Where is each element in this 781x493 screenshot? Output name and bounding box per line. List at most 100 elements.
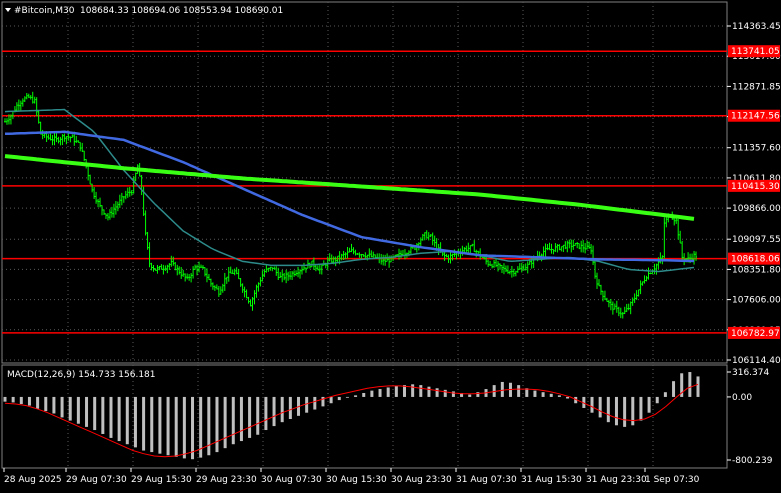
horizontal-line-label: 110415.30 bbox=[731, 182, 780, 192]
macd-bar bbox=[623, 396, 627, 427]
macd-bar bbox=[663, 392, 667, 397]
macd-bar bbox=[231, 396, 235, 445]
macd-bar bbox=[248, 396, 252, 438]
price-tick-label: 111357.60 bbox=[732, 144, 781, 154]
macd-bar bbox=[566, 396, 570, 399]
macd-bar bbox=[3, 396, 7, 402]
macd-bar bbox=[158, 396, 162, 454]
macd-bar bbox=[150, 396, 154, 453]
macd-bar bbox=[476, 392, 480, 397]
macd-bar bbox=[280, 396, 284, 423]
macd-bar bbox=[264, 396, 268, 431]
macd-bar bbox=[142, 396, 146, 451]
macd-bar bbox=[68, 396, 72, 421]
macd-bar bbox=[590, 396, 594, 413]
time-tick-label: 31 Aug 07:30 bbox=[456, 475, 517, 485]
macd-bar bbox=[223, 396, 227, 449]
macd-bar bbox=[598, 396, 602, 418]
macd-tick-label: 0.00 bbox=[732, 393, 752, 403]
macd-bar bbox=[639, 396, 643, 421]
chart-window[interactable]: 114363.45113617.60112871.85112126.101113… bbox=[0, 0, 781, 489]
macd-bar bbox=[36, 396, 40, 409]
macd-bar bbox=[533, 390, 537, 397]
time-tick-label: 31 Aug 15:30 bbox=[521, 475, 582, 485]
macd-bar bbox=[76, 396, 80, 424]
macd-bar bbox=[44, 396, 48, 412]
horizontal-line-label: 106782.97 bbox=[731, 329, 780, 339]
macd-bar bbox=[166, 396, 170, 456]
macd-bar bbox=[52, 396, 56, 414]
time-tick-label: 30 Aug 23:30 bbox=[391, 475, 452, 485]
macd-bar bbox=[517, 385, 521, 397]
macd-bar bbox=[362, 392, 366, 397]
macd-bar bbox=[606, 396, 610, 423]
macd-bar bbox=[85, 396, 89, 427]
macd-bar bbox=[696, 376, 700, 397]
macd-signal-line bbox=[4, 383, 699, 458]
macd-bar bbox=[272, 396, 276, 427]
macd-bar bbox=[451, 391, 455, 397]
macd-bar bbox=[443, 389, 447, 397]
macd-bar bbox=[647, 396, 651, 413]
macd-axis: 316.374 0.00 -800.239 bbox=[727, 368, 773, 466]
macd-bar bbox=[370, 390, 374, 397]
macd-bar bbox=[655, 396, 659, 404]
macd-bar bbox=[305, 396, 309, 413]
macd-bar bbox=[688, 372, 692, 397]
macd-bar bbox=[541, 392, 545, 397]
macd-bar bbox=[60, 396, 64, 418]
ma-slow-line bbox=[4, 154, 695, 221]
time-tick-label: 31 Aug 23:30 bbox=[586, 475, 647, 485]
macd-bar bbox=[411, 384, 415, 397]
macd-bar bbox=[419, 385, 423, 397]
macd-bar bbox=[239, 396, 243, 442]
price-tick-label: 109097.55 bbox=[732, 235, 781, 245]
macd-label: MACD(12,26,9) 154.733 156.181 bbox=[7, 370, 156, 380]
macd-bar bbox=[19, 396, 23, 405]
price-tick-label: 108351.80 bbox=[732, 265, 781, 275]
price-tick-label: 107606.00 bbox=[732, 296, 781, 306]
macd-bar bbox=[337, 396, 341, 401]
time-axis: 28 Aug 2025 29 Aug 07:30 29 Aug 15:30 29 Au… bbox=[3, 468, 700, 485]
macd-bar bbox=[215, 396, 219, 453]
macd-bar bbox=[11, 396, 15, 403]
macd-bar bbox=[427, 386, 431, 397]
price-tick-label: 109866.00 bbox=[732, 204, 781, 214]
time-tick-label: 29 Aug 07:30 bbox=[66, 475, 127, 485]
macd-bar bbox=[133, 396, 137, 448]
macd-bar bbox=[386, 387, 390, 397]
macd-bar bbox=[549, 393, 553, 397]
ohlc-label: 108684.33 108694.06 108553.94 108690.01 bbox=[80, 6, 283, 16]
macd-tick-label: 316.374 bbox=[732, 368, 769, 378]
time-tick-label: 29 Aug 23:30 bbox=[196, 475, 257, 485]
chart-canvas[interactable]: 114363.45113617.60112871.85112126.101113… bbox=[0, 0, 781, 489]
macd-bar bbox=[313, 396, 317, 410]
macd-bar bbox=[329, 396, 333, 404]
macd-bar bbox=[435, 388, 439, 397]
macd-bar bbox=[468, 394, 472, 397]
macd-bar bbox=[256, 396, 260, 435]
macd-bar bbox=[394, 385, 398, 397]
macd-bar bbox=[182, 396, 186, 459]
price-tick-label: 106114.40 bbox=[732, 356, 781, 366]
macd-bar bbox=[557, 395, 561, 397]
macd-bar bbox=[27, 396, 31, 406]
macd-bar bbox=[345, 396, 349, 398]
time-tick-label: 30 Aug 07:30 bbox=[261, 475, 322, 485]
horizontal-line-label: 113741.05 bbox=[731, 47, 780, 57]
macd-bar bbox=[191, 396, 195, 460]
horizontal-line-label: 112147.56 bbox=[731, 112, 780, 122]
macd-bar bbox=[614, 396, 618, 426]
time-tick-label: 28 Aug 2025 bbox=[4, 475, 62, 485]
macd-bar bbox=[354, 395, 358, 397]
macd-bar bbox=[93, 396, 97, 431]
macd-bar bbox=[125, 396, 129, 445]
symbol-label: #Bitcoin,M30 bbox=[14, 6, 75, 16]
price-tick-label: 114363.45 bbox=[732, 22, 781, 32]
macd-indicator[interactable] bbox=[3, 372, 700, 460]
price-axis: 114363.45113617.60112871.85112126.101113… bbox=[727, 22, 781, 366]
macd-bar bbox=[500, 381, 504, 397]
dropdown-triangle-icon[interactable] bbox=[5, 8, 11, 12]
horizontal-lines[interactable] bbox=[2, 50, 727, 334]
macd-bar bbox=[378, 389, 382, 397]
